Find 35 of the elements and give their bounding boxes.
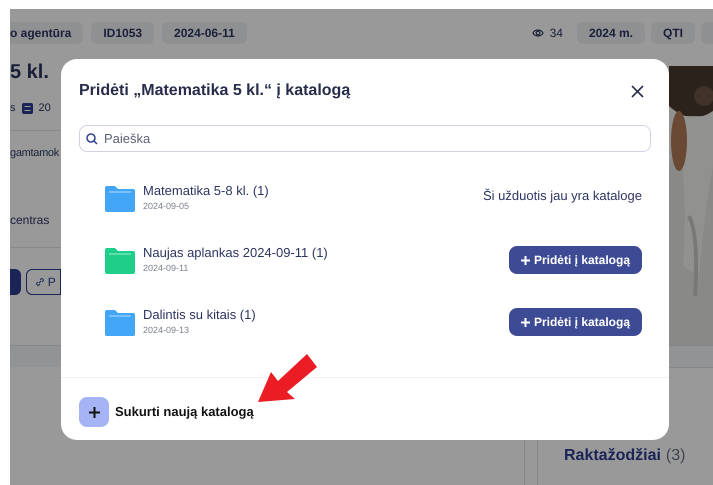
create-catalog-label[interactable]: Sukurti naują katalogą bbox=[115, 402, 254, 422]
catalog-date: 2024-09-05 bbox=[143, 200, 190, 213]
catalog-name: Matematika 5-8 kl. (1) bbox=[143, 183, 269, 199]
add-to-catalog-button[interactable]: Pridėti į katalogą bbox=[508, 246, 642, 274]
chip: 2024 m. bbox=[576, 22, 645, 44]
catalog-date: 2024-09-13 bbox=[143, 324, 190, 337]
keywords-count: (3) bbox=[666, 446, 686, 466]
plus-icon bbox=[520, 256, 530, 264]
dialog-title: Pridėti „Matematika 5 kl.“ į katalogą bbox=[79, 81, 350, 101]
meta-text: s bbox=[10, 101, 16, 116]
plus-icon bbox=[520, 318, 530, 326]
eye-icon bbox=[532, 28, 544, 38]
primary-button[interactable] bbox=[10, 269, 21, 295]
catalog-date: 2024-09-11 bbox=[143, 262, 190, 275]
search-icon bbox=[86, 133, 98, 145]
catalog-name: Naujas aplankas 2024-09-11 (1) bbox=[143, 245, 328, 261]
question-count: 20 bbox=[38, 101, 51, 116]
info-text: gamtamok bbox=[10, 146, 60, 160]
plus-icon bbox=[88, 406, 100, 418]
create-catalog-button[interactable] bbox=[79, 397, 109, 427]
catalog-name: Dalintis su kitais (1) bbox=[143, 307, 256, 323]
chip: 2024-06-11 bbox=[162, 22, 247, 44]
search-field[interactable]: Paieška bbox=[79, 125, 651, 152]
list-icon bbox=[22, 102, 32, 114]
add-to-catalog-button[interactable]: Pridėti į katalogą bbox=[508, 308, 642, 336]
page-title: 5 kl. bbox=[10, 60, 50, 84]
close-icon[interactable] bbox=[631, 84, 644, 98]
view-count: 34 bbox=[550, 25, 563, 42]
status-text: Ši užduotis jau yra kataloge bbox=[483, 187, 642, 206]
keywords-heading: Raktažodžiai bbox=[564, 446, 661, 466]
link-icon bbox=[34, 277, 45, 287]
info-text: centras bbox=[10, 212, 50, 229]
chip: o agentūra bbox=[10, 22, 84, 44]
chip: ID1053 bbox=[91, 22, 154, 44]
chip: QTI bbox=[651, 22, 695, 44]
